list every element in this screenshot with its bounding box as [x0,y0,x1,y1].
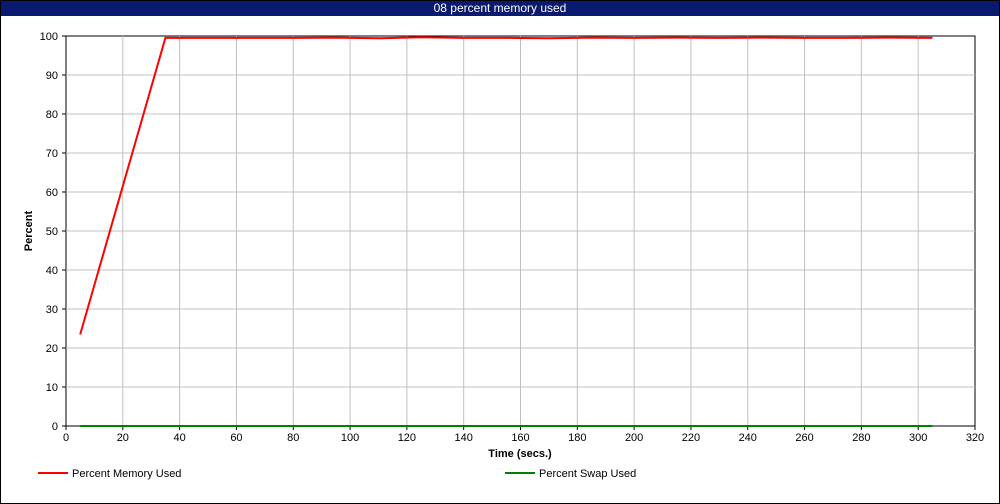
x-tick-label: 120 [398,432,416,444]
x-tick-label: 320 [966,432,984,444]
x-axis-ticks: 0 20 40 60 80 100 120 140 160 180 200 220 240 260 280 3… [63,426,984,444]
y-tick-label: 90 [46,70,58,82]
y-tick-label: 20 [46,343,58,355]
x-tick-label: 240 [739,432,757,444]
x-tick-label: 280 [852,432,870,444]
y-tick-label: 40 [46,265,58,277]
line-chart: 0 20 40 60 80 100 120 140 160 180 200 220 240 260 280 3… [23,31,984,480]
y-tick-label: 50 [46,226,58,238]
x-axis-title: Time (secs.) [488,448,552,460]
legend: Percent Memory Used Percent Swap Used [38,468,636,480]
x-tick-label: 0 [63,432,69,444]
x-tick-label: 20 [117,432,129,444]
x-tick-label: 40 [174,432,186,444]
legend-label-2: Percent Swap Used [539,468,636,480]
y-axis-title: Percent [23,210,35,251]
x-tick-label: 100 [341,432,359,444]
x-tick-label: 80 [287,432,299,444]
y-tick-label: 10 [46,382,58,394]
x-tick-label: 160 [511,432,529,444]
legend-label-1: Percent Memory Used [72,468,181,480]
x-tick-label: 140 [455,432,473,444]
x-tick-label: 60 [230,432,242,444]
x-tick-label: 300 [909,432,927,444]
x-tick-label: 260 [795,432,813,444]
y-axis-ticks: 0 10 20 30 40 50 60 70 80 90 100 [40,31,66,433]
y-tick-label: 30 [46,304,58,316]
y-tick-label: 70 [46,148,58,160]
x-tick-label: 220 [682,432,700,444]
x-tick-label: 200 [625,432,643,444]
y-tick-label: 0 [52,421,58,433]
x-tick-label: 180 [568,432,586,444]
y-tick-label: 80 [46,109,58,121]
y-tick-label: 100 [40,31,58,43]
y-tick-label: 60 [46,187,58,199]
